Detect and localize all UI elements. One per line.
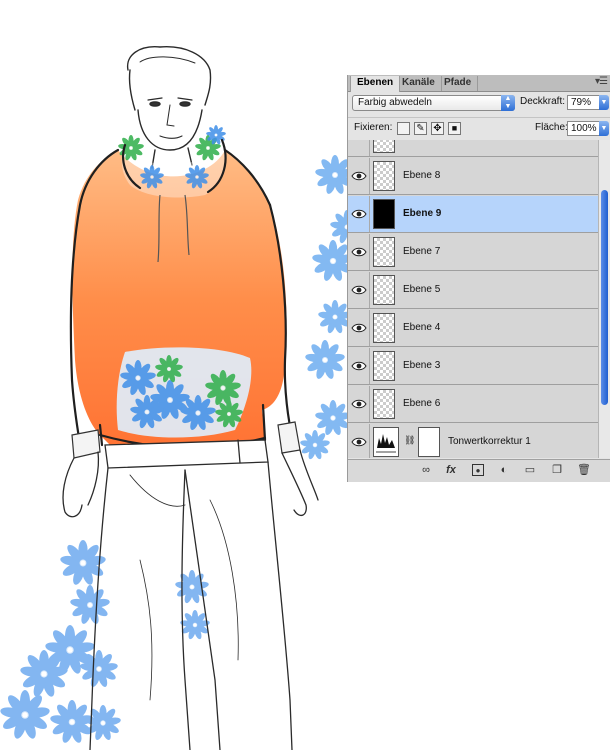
scrollbar-thumb[interactable] [601, 190, 608, 405]
tab-kanaele[interactable]: Kanäle [396, 76, 442, 91]
panel-menu-icon[interactable]: ▾☰ [595, 76, 608, 87]
lock-label: Fixieren: [354, 122, 393, 133]
layer-thumbnail [373, 313, 395, 343]
layer-name: Ebene 8 [403, 170, 441, 181]
layer-name: Ebene 1 [403, 140, 440, 156]
figure [126, 46, 212, 169]
layer-name: Ebene 7 [403, 246, 441, 257]
panel-tab-bar: Ebenen Kanäle Pfade ▾☰ [348, 75, 610, 92]
fill-label: Fläche: [535, 122, 568, 133]
layer-row[interactable]: Ebene 3 [348, 348, 598, 385]
visibility-eye-icon[interactable] [348, 310, 370, 346]
trash-icon[interactable]: 🗑 [577, 464, 591, 476]
layer-thumbnail [373, 161, 395, 191]
fill-dropdown-icon[interactable]: ▼ [599, 121, 609, 136]
layer-row[interactable]: Ebene 6 [348, 386, 598, 423]
visibility-eye-icon[interactable] [348, 234, 370, 270]
visibility-eye-icon[interactable] [348, 272, 370, 308]
layer-actions-bar: ∞ fx ● ◐ ▭ ❐ 🗑 [348, 459, 610, 482]
visibility-eye-icon[interactable] [348, 424, 370, 458]
blend-mode-select[interactable]: Farbig abwedeln ▲ ▼ [352, 95, 515, 111]
layer-thumbnail [373, 140, 395, 153]
layer-row[interactable]: Ebene 7 [348, 234, 598, 271]
opacity-dropdown-icon[interactable]: ▼ [599, 95, 609, 110]
layer-name: Ebene 5 [403, 284, 441, 295]
flower-decoration-left [0, 540, 210, 744]
layer-thumbnail [373, 427, 399, 457]
lock-fill-row: Fixieren: ✎ ✥ ■ Fläche: 100% ▼ [348, 117, 610, 141]
new-layer-icon[interactable]: ❐ [551, 464, 563, 476]
layer-name: Tonwertkorrektur 1 [448, 436, 531, 447]
layer-row[interactable]: ⛓ Tonwertkorrektur 1 [348, 424, 598, 458]
lock-move-icon[interactable]: ✥ [431, 122, 444, 135]
layer-thumbnail [373, 237, 395, 267]
hoodie [69, 125, 301, 459]
layer-row[interactable]: Ebene 8 [348, 158, 598, 195]
layer-thumbnail [373, 275, 395, 305]
tab-pfade[interactable]: Pfade [438, 76, 479, 91]
mask-icon[interactable]: ● [472, 464, 484, 476]
layers-panel: Ebenen Kanäle Pfade ▾☰ Farbig abwedeln ▲… [347, 75, 610, 482]
layer-row[interactable]: Ebene 9 [348, 196, 598, 233]
select-arrows-icon: ▲ ▼ [501, 95, 515, 111]
layer-name: Ebene 9 [403, 208, 442, 219]
mask-link-icon[interactable]: ⛓ [404, 435, 415, 446]
tab-ebenen[interactable]: Ebenen [350, 76, 401, 92]
blend-opacity-row: Farbig abwedeln ▲ ▼ Deckkraft: 79% ▼ [348, 92, 610, 116]
opacity-input[interactable]: 79% [567, 95, 600, 110]
fill-input[interactable]: 100% [567, 121, 600, 136]
fx-icon[interactable]: fx [445, 464, 457, 476]
layer-mask-thumbnail[interactable] [418, 427, 440, 457]
layer-name: Ebene 6 [403, 398, 441, 409]
folder-icon[interactable]: ▭ [524, 464, 536, 476]
lock-brush-icon[interactable]: ✎ [414, 122, 427, 135]
layer-thumbnail [373, 199, 395, 229]
layer-row[interactable]: Ebene 4 [348, 310, 598, 347]
lock-transparency-icon[interactable] [397, 122, 410, 135]
visibility-eye-icon[interactable] [348, 196, 370, 232]
link-icon[interactable]: ∞ [420, 464, 432, 476]
layer-row[interactable]: Ebene 1 [348, 140, 598, 157]
visibility-eye-icon[interactable] [348, 348, 370, 384]
visibility-eye-icon[interactable] [348, 140, 370, 156]
lock-all-icon[interactable]: ■ [448, 122, 461, 135]
adjustment-icon[interactable]: ◐ [498, 464, 510, 476]
layer-row[interactable]: Ebene 5 [348, 272, 598, 309]
layer-thumbnail [373, 351, 395, 381]
layer-list: Ebene 1 Ebene 8 Ebene 9 Ebene 7 Ebene 5 Ebene… [348, 140, 598, 458]
layer-name: Ebene 3 [403, 360, 441, 371]
opacity-label: Deckkraft: [520, 96, 566, 107]
layer-thumbnail [373, 389, 395, 419]
layer-list-scrollbar[interactable] [598, 140, 610, 458]
layer-name: Ebene 4 [403, 322, 441, 333]
visibility-eye-icon[interactable] [348, 158, 370, 194]
visibility-eye-icon[interactable] [348, 386, 370, 422]
blend-mode-value: Farbig abwedeln [358, 97, 432, 108]
